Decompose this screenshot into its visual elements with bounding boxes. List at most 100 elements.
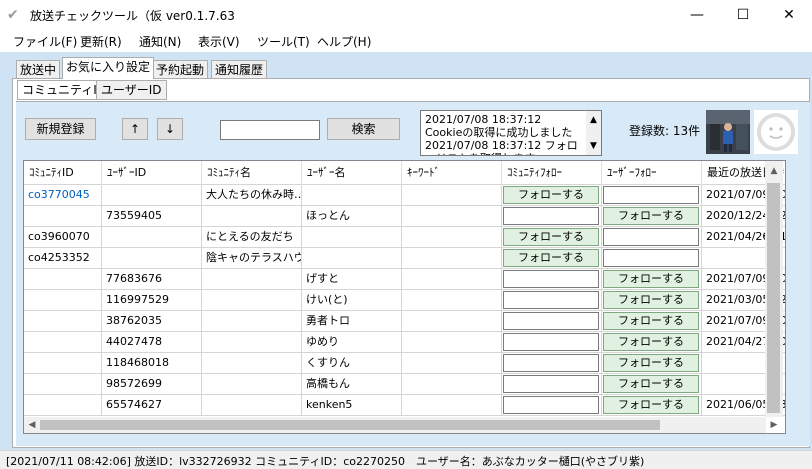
community-follow-empty[interactable] — [503, 291, 599, 309]
column-header[interactable]: ｺﾐｭﾆﾃｨ名 — [202, 161, 302, 185]
cell-community-name[interactable] — [202, 374, 302, 395]
cell-community-name[interactable] — [202, 290, 302, 311]
tab-favorites[interactable]: お気に入り設定 — [62, 57, 155, 79]
user-follow-empty[interactable] — [603, 249, 699, 267]
menu-file[interactable]: ファイル(F) — [13, 33, 77, 50]
table-row[interactable]: co4253352 陰キャのテラスハウス フォローする — [24, 248, 785, 269]
cell-keyword[interactable] — [402, 332, 502, 353]
cell-community-name[interactable]: にとえるの友だち — [202, 227, 302, 248]
cell-community-name[interactable]: 大人たちの休み時… — [202, 185, 302, 206]
cell-user-name[interactable] — [302, 248, 402, 269]
community-follow-empty[interactable] — [503, 333, 599, 351]
cell-user-name[interactable] — [302, 227, 402, 248]
cell-user-id[interactable] — [102, 185, 202, 206]
cell-keyword[interactable] — [402, 395, 502, 416]
table-row[interactable]: co3960070にとえるの友だちフォローする2021/04/26 01:3 — [24, 227, 785, 248]
column-header[interactable]: ｺﾐｭﾆﾃｨﾌｫﾛｰ — [502, 161, 602, 185]
cell-user-id[interactable]: 116997529 — [102, 290, 202, 311]
scroll-right-icon[interactable]: ▶ — [766, 417, 782, 433]
search-button[interactable]: 検索 — [327, 118, 400, 140]
community-follow-empty[interactable] — [503, 396, 599, 414]
user-follow-button[interactable]: フォローする — [603, 396, 699, 414]
cell-user-id[interactable]: 38762035 — [102, 311, 202, 332]
community-follow-empty[interactable] — [503, 354, 599, 372]
cell-community-id[interactable]: co3770045 — [24, 185, 102, 206]
cell-community-id[interactable] — [24, 269, 102, 290]
community-follow-empty[interactable] — [503, 375, 599, 393]
cell-community-id[interactable] — [24, 311, 102, 332]
menu-notify[interactable]: 通知(N) — [139, 33, 181, 50]
cell-community-name[interactable] — [202, 206, 302, 227]
community-follow-empty[interactable] — [503, 207, 599, 225]
vertical-scrollbar[interactable]: ▲ — [765, 161, 783, 417]
log-scrollbar[interactable]: ▲ ▼ — [586, 111, 601, 155]
log-scroll-up-icon[interactable]: ▲ — [586, 115, 601, 125]
cell-user-name[interactable]: 高橋もん — [302, 374, 402, 395]
cell-community-id[interactable]: co4253352 — [24, 248, 102, 269]
column-header[interactable]: ﾕｰｻﾞｰ名 — [302, 161, 402, 185]
horizontal-scroll-thumb[interactable] — [40, 420, 660, 430]
tab-scheduled-launch[interactable]: 予約起動 — [152, 60, 209, 80]
user-follow-button[interactable]: フォローする — [603, 354, 699, 372]
cell-community-name[interactable] — [202, 311, 302, 332]
cell-community-name[interactable] — [202, 353, 302, 374]
cell-user-name[interactable]: ゆめり — [302, 332, 402, 353]
table-row[interactable]: 65574627kenken5フォローする2021/06/05 23:2 — [24, 395, 785, 416]
maximize-button[interactable]: ☐ — [720, 0, 766, 30]
cell-user-id[interactable]: 98572699 — [102, 374, 202, 395]
user-follow-button[interactable]: フォローする — [603, 312, 699, 330]
cell-community-name[interactable]: 陰キャのテラスハウス — [202, 248, 302, 269]
cell-keyword[interactable] — [402, 353, 502, 374]
close-button[interactable]: ✕ — [766, 0, 812, 30]
horizontal-scrollbar[interactable]: ◀ ▶ — [24, 417, 777, 433]
cell-user-name[interactable]: けい(と) — [302, 290, 402, 311]
vertical-scroll-thumb[interactable] — [767, 183, 780, 413]
community-follow-button[interactable]: フォローする — [503, 228, 599, 246]
table-row[interactable]: 118468018 くすりん フォローする — [24, 353, 785, 374]
cell-user-id[interactable]: 73559405 — [102, 206, 202, 227]
cell-keyword[interactable] — [402, 374, 502, 395]
log-textbox[interactable]: 2021/07/08 18:37:12 Cookieの取得に成功しました 202… — [420, 110, 602, 156]
table-row[interactable]: co3770045大人たちの休み時…フォローする2021/07/09 00:4 — [24, 185, 785, 206]
scroll-left-icon[interactable]: ◀ — [24, 417, 40, 433]
cell-user-id[interactable]: 65574627 — [102, 395, 202, 416]
search-input[interactable] — [220, 120, 320, 140]
cell-community-name[interactable] — [202, 395, 302, 416]
column-header[interactable]: ﾕｰｻﾞｰID — [102, 161, 202, 185]
tab-on-air[interactable]: 放送中 — [16, 60, 61, 80]
menu-view[interactable]: 表示(V) — [198, 33, 240, 50]
cell-user-name[interactable]: 勇者トロ — [302, 311, 402, 332]
log-scroll-down-icon[interactable]: ▼ — [586, 141, 601, 151]
table-row[interactable]: 44027478 ゆめり フォローする 2021/04/27 00: — [24, 332, 785, 353]
menu-help[interactable]: ヘルプ(H) — [317, 33, 371, 50]
cell-user-name[interactable]: ほっとん — [302, 206, 402, 227]
column-header[interactable]: ｺﾐｭﾆﾃｨID — [24, 161, 102, 185]
cell-community-id[interactable]: co3960070 — [24, 227, 102, 248]
community-follow-empty[interactable] — [503, 312, 599, 330]
column-header[interactable]: ｷｰﾜｰﾄﾞ — [402, 161, 502, 185]
cell-community-id[interactable] — [24, 395, 102, 416]
cell-keyword[interactable] — [402, 311, 502, 332]
cell-user-name[interactable] — [302, 185, 402, 206]
user-follow-button[interactable]: フォローする — [603, 291, 699, 309]
cell-user-id[interactable]: 118468018 — [102, 353, 202, 374]
menu-refresh[interactable]: 更新(R) — [80, 33, 122, 50]
user-follow-empty[interactable] — [603, 228, 699, 246]
table-row[interactable]: 116997529けい(と)フォローする2021/03/05 02:4 — [24, 290, 785, 311]
cell-community-name[interactable] — [202, 269, 302, 290]
menu-tools[interactable]: ツール(T) — [257, 33, 310, 50]
cell-user-name[interactable]: げすと — [302, 269, 402, 290]
new-register-button[interactable]: 新規登録 — [25, 118, 96, 140]
user-follow-button[interactable]: フォローする — [603, 207, 699, 225]
community-follow-button[interactable]: フォローする — [503, 249, 599, 267]
cell-user-id[interactable] — [102, 248, 202, 269]
user-follow-button[interactable]: フォローする — [603, 375, 699, 393]
community-follow-button[interactable]: フォローする — [503, 186, 599, 204]
user-follow-empty[interactable] — [603, 186, 699, 204]
minimize-button[interactable]: — — [674, 0, 720, 30]
cell-community-name[interactable] — [202, 332, 302, 353]
move-up-button[interactable]: ↑ — [122, 118, 148, 140]
scroll-up-icon[interactable]: ▲ — [766, 163, 782, 179]
cell-keyword[interactable] — [402, 248, 502, 269]
subtab-user-id[interactable]: ユーザーID — [96, 80, 167, 100]
